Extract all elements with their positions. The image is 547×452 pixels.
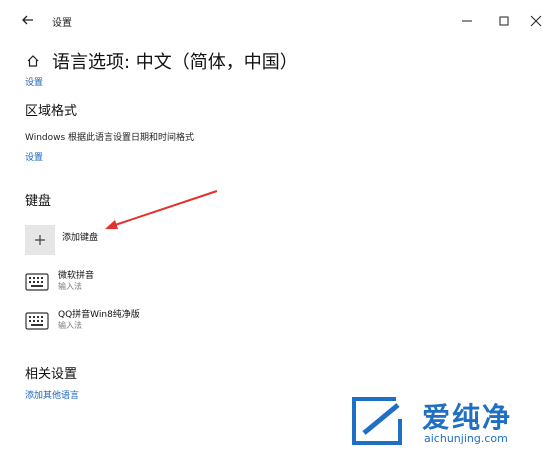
keyboard-item-qq-pinyin[interactable]: QQ拼音Win8纯净版 输入法 xyxy=(25,307,225,337)
keyboard-item-name: QQ拼音Win8纯净版 xyxy=(58,310,140,320)
add-keyboard-label[interactable]: 添加键盘 xyxy=(62,230,98,243)
annotation-arrow xyxy=(105,190,218,229)
keyboard-icon xyxy=(25,273,49,291)
region-format-settings-link[interactable]: 设置 xyxy=(25,150,43,163)
minimize-icon[interactable] xyxy=(456,10,478,32)
region-format-description: Windows 根据此语言设置日期和时间格式 xyxy=(25,133,195,143)
watermark-logo xyxy=(352,397,402,445)
add-keyboard-button[interactable] xyxy=(25,225,55,255)
back-arrow-icon[interactable] xyxy=(18,10,38,30)
maximize-icon[interactable] xyxy=(493,10,515,32)
keyboard-item-name: 微软拼音 xyxy=(58,271,95,281)
title-bar: 设置 xyxy=(0,0,547,40)
keyboard-item-microsoft-pinyin[interactable]: 微软拼音 输入法 xyxy=(25,268,225,298)
plus-icon xyxy=(35,235,45,245)
cut-off-heading: — xyxy=(25,432,38,447)
watermark-url: aichunjing.com xyxy=(424,432,508,445)
home-icon[interactable] xyxy=(26,54,40,68)
add-other-language-link[interactable]: 添加其他语言 xyxy=(25,388,79,401)
keyboard-item-type: 输入法 xyxy=(58,321,82,330)
settings-link-top[interactable]: 设置 xyxy=(25,75,43,88)
keyboard-icon xyxy=(25,312,49,330)
keyboard-section-title: 键盘 xyxy=(25,194,52,209)
keyboard-item-type: 输入法 xyxy=(58,282,82,291)
page-title: 语言选项: 中文（简体，中国） xyxy=(52,52,298,73)
watermark-name: 爱纯净 xyxy=(422,401,513,434)
related-settings-title: 相关设置 xyxy=(25,367,78,382)
close-icon[interactable] xyxy=(525,10,547,32)
region-format-title: 区域格式 xyxy=(25,104,78,119)
window-title: 设置 xyxy=(52,18,72,29)
